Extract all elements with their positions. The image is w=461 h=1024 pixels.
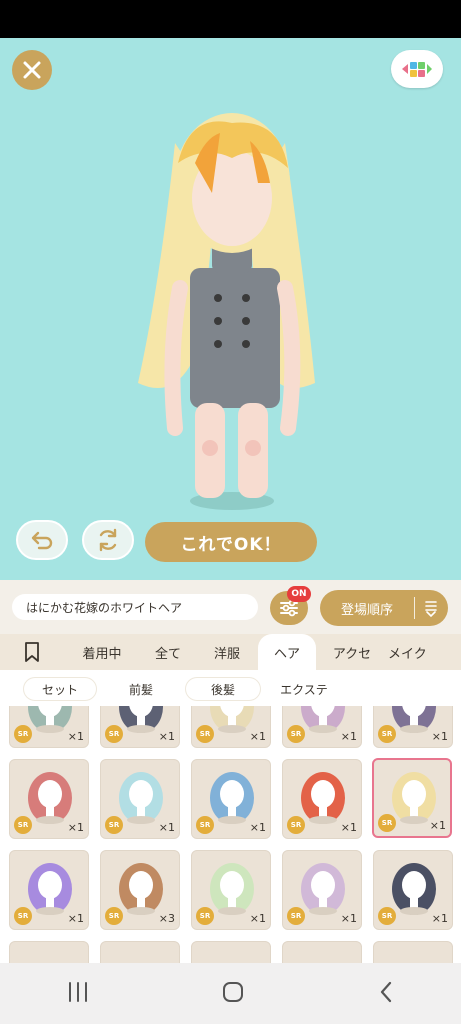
status-bar (0, 0, 461, 38)
item-card[interactable]: SR ×1 (282, 706, 362, 748)
bookmark-icon (25, 642, 39, 662)
item-card-selected[interactable]: SR ×1 (372, 758, 452, 838)
filter-on-badge: ON (287, 586, 311, 602)
avatar-stage: これでOK！ (0, 38, 461, 580)
subtab-set[interactable]: セット (24, 678, 96, 700)
close-button[interactable] (12, 50, 52, 90)
item-card[interactable]: SR ×1 (282, 850, 362, 930)
recent-apps-icon (68, 981, 87, 1002)
item-quantity: ×1 (431, 912, 448, 925)
item-card[interactable]: SR ×1 (100, 706, 180, 748)
item-info-bar: はにかむ花嫁のホワイトヘア ON 登場順序 (0, 580, 461, 634)
item-quantity: ×1 (67, 730, 84, 743)
rarity-badge: SR (105, 816, 123, 834)
back-icon (381, 981, 392, 1002)
item-card[interactable]: SR ×1 (282, 759, 362, 839)
item-card-partial[interactable] (9, 941, 89, 963)
rarity-badge: SR (378, 907, 396, 925)
item-quantity: ×1 (249, 912, 266, 925)
item-card[interactable]: SR ×1 (9, 850, 89, 930)
undo-button[interactable] (16, 520, 68, 560)
tab-clothes[interactable]: 洋服 (196, 634, 258, 670)
item-card-partial[interactable] (282, 941, 362, 963)
item-quantity: ×1 (340, 730, 357, 743)
rarity-badge: SR (196, 907, 214, 925)
hair-subtabs: セット 前髪 後髪 エクステ (0, 670, 461, 706)
rarity-badge: SR (287, 725, 305, 743)
avatar-figure (138, 113, 315, 510)
rarity-badge: SR (287, 816, 305, 834)
close-icon (23, 61, 41, 79)
rarity-badge: SR (196, 725, 214, 743)
item-card[interactable]: SR ×1 (191, 706, 271, 748)
sort-order-toggle[interactable] (415, 599, 447, 617)
subtab-back-hair[interactable]: 後髪 (186, 678, 260, 700)
sort-button[interactable]: 登場順序 (320, 590, 448, 626)
item-quantity: ×1 (158, 730, 175, 743)
tab-accessories[interactable]: アクセ (316, 634, 388, 670)
item-quantity: ×1 (249, 730, 266, 743)
sort-divider (414, 597, 415, 619)
item-quantity: ×1 (67, 821, 84, 834)
sort-label: 登場順序 (340, 602, 393, 618)
subtab-extensions[interactable]: エクステ (268, 678, 340, 700)
tab-wearing[interactable]: 着用中 (64, 634, 140, 670)
item-grid: SR ×1 SR ×1 SR ×1 SR ×1 SR ×1 SR ×1 SR ×1 SR ×1 … (0, 706, 461, 963)
item-card[interactable]: SR ×1 (9, 759, 89, 839)
rarity-badge: SR (196, 816, 214, 834)
rarity-badge: SR (105, 725, 123, 743)
sort-order-icon (425, 601, 437, 617)
item-card[interactable]: SR ×1 (9, 706, 89, 748)
item-card[interactable]: SR ×1 (191, 850, 271, 930)
rarity-badge: SR (105, 907, 123, 925)
rarity-badge: SR (14, 907, 32, 925)
item-card-partial[interactable] (373, 941, 453, 963)
subtab-bangs[interactable]: 前髪 (104, 678, 178, 700)
item-quantity: ×1 (340, 912, 357, 925)
tab-bookmark[interactable] (0, 634, 64, 670)
confirm-ok-button[interactable]: これでOK！ (145, 522, 317, 562)
rarity-badge: SR (14, 725, 32, 743)
tab-makeup[interactable]: メイク (388, 634, 448, 670)
item-quantity: ×3 (158, 912, 175, 925)
item-card[interactable]: SR ×1 (373, 706, 453, 748)
item-card-partial[interactable] (191, 941, 271, 963)
item-quantity: ×1 (429, 819, 446, 832)
item-card[interactable]: SR ×1 (100, 759, 180, 839)
back-button[interactable] (377, 980, 395, 1008)
item-quantity: ×1 (340, 821, 357, 834)
item-quantity: ×1 (249, 821, 266, 834)
item-name: はにかむ花嫁のホワイトヘア (12, 594, 258, 620)
rarity-badge: SR (287, 907, 305, 925)
system-nav-bar (0, 963, 461, 1024)
undo-icon (31, 531, 53, 550)
blocks-icon (402, 62, 432, 77)
item-card[interactable]: SR ×1 (191, 759, 271, 839)
tab-all[interactable]: 全て (140, 634, 196, 670)
item-card-partial[interactable] (100, 941, 180, 963)
rarity-badge: SR (378, 814, 396, 832)
item-quantity: ×1 (431, 730, 448, 743)
rotate-icon (99, 528, 117, 552)
item-quantity: ×1 (67, 912, 84, 925)
home-button[interactable] (221, 980, 245, 1008)
recent-apps-button[interactable] (66, 981, 90, 1007)
home-icon (223, 981, 244, 1002)
rarity-badge: SR (378, 725, 396, 743)
rarity-badge: SR (14, 816, 32, 834)
rotate-button[interactable] (82, 520, 134, 560)
item-card[interactable]: SR ×3 (100, 850, 180, 930)
item-quantity: ×1 (158, 821, 175, 834)
category-tabs: 着用中 全て 洋服 ヘア アクセ メイク (0, 634, 461, 670)
item-card[interactable]: SR ×1 (373, 850, 453, 930)
tab-hair[interactable]: ヘア (258, 634, 316, 670)
view-toggle-button[interactable] (391, 50, 443, 88)
